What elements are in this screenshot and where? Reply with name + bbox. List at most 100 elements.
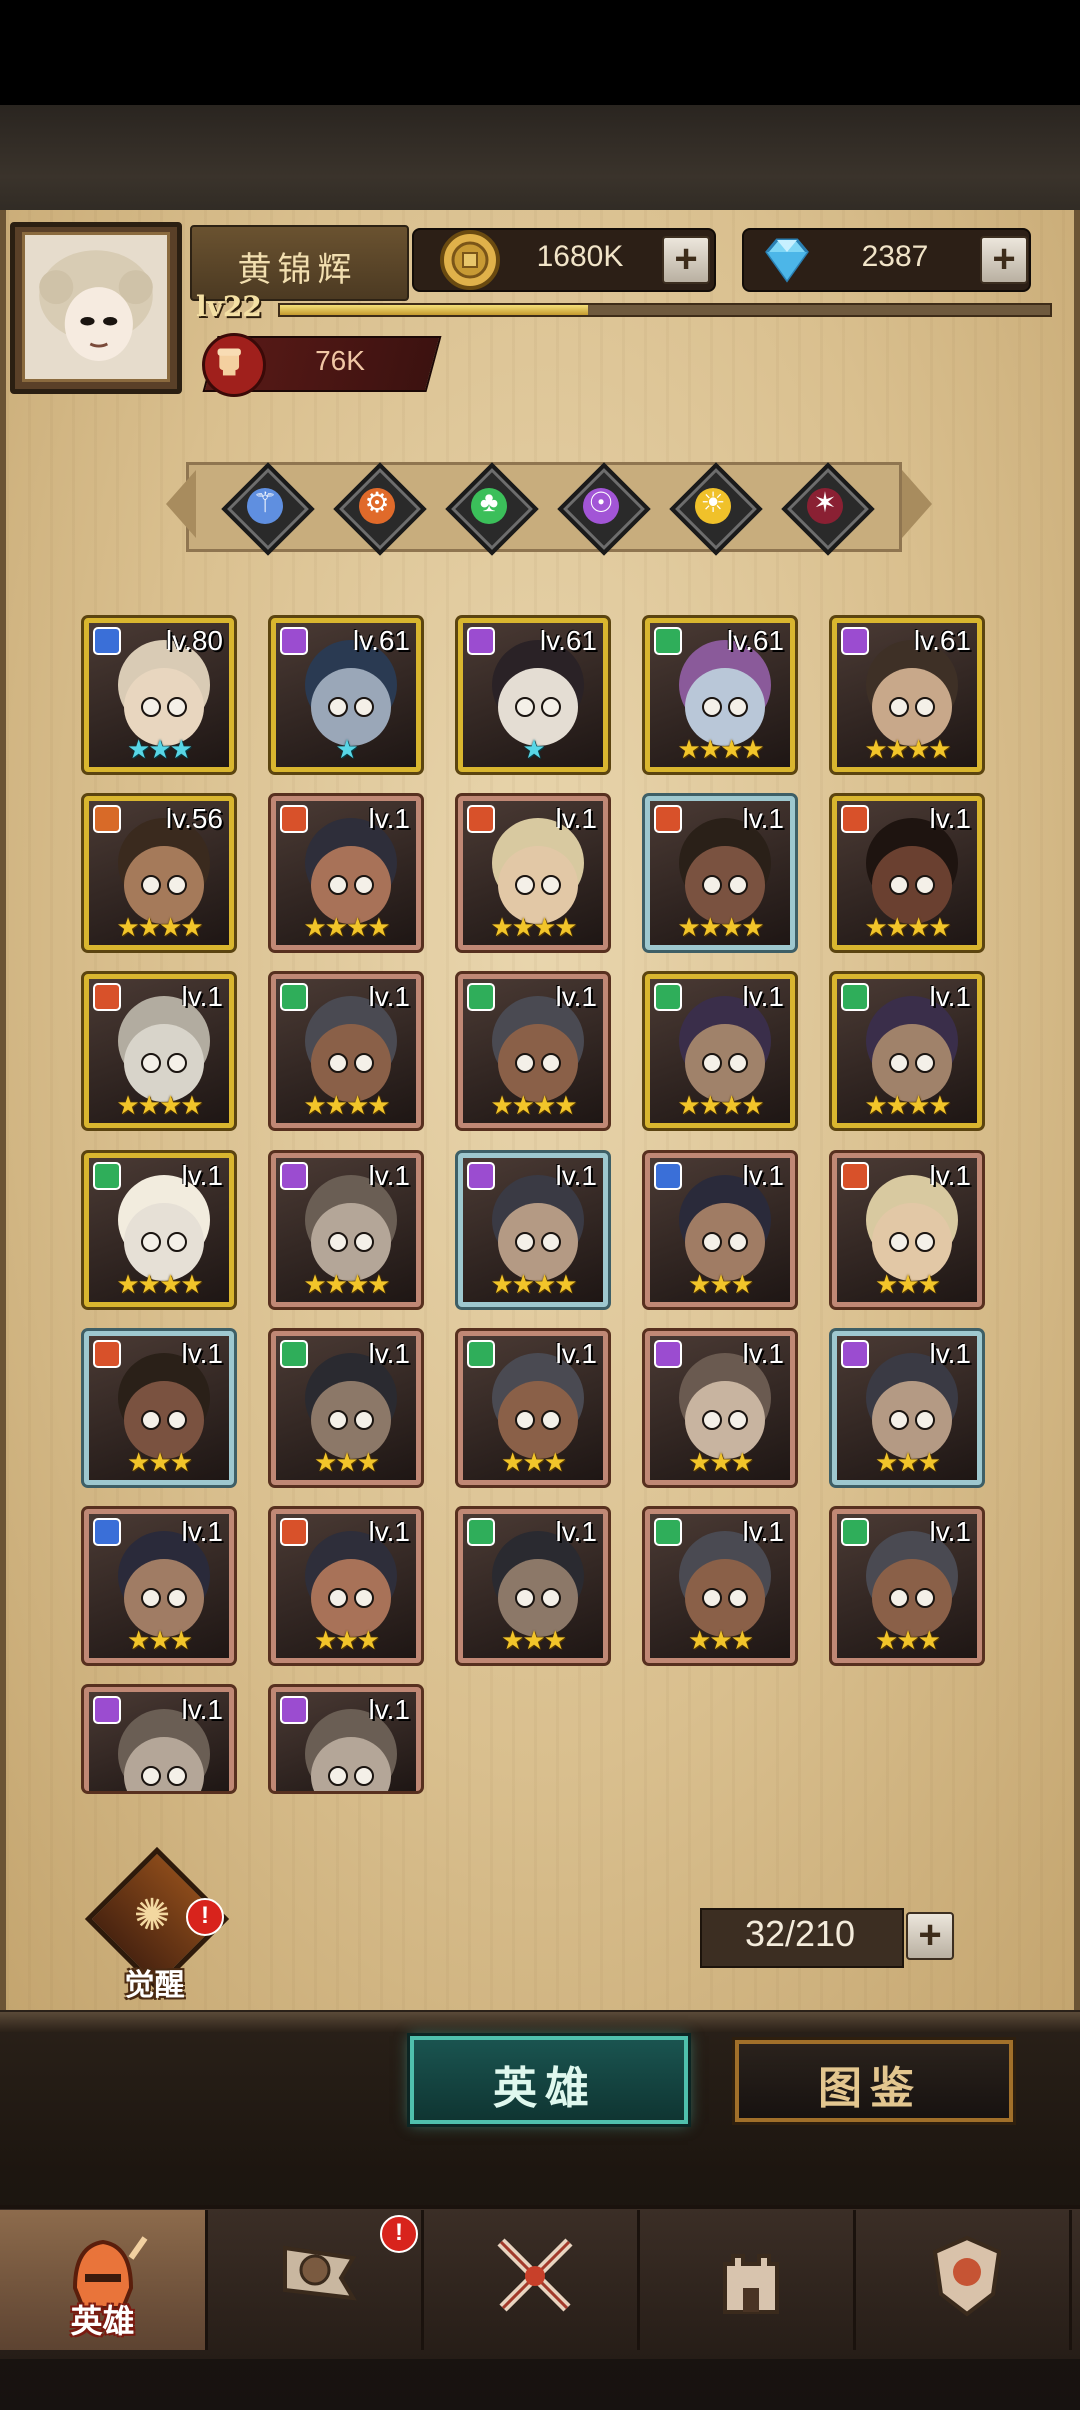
hero-card[interactable]: lv.1 ★★★	[458, 1509, 608, 1663]
hero-level: lv.1	[742, 803, 785, 834]
hero-eye	[515, 1588, 535, 1608]
faction-badge-icon	[280, 983, 308, 1011]
hero-eye	[889, 1588, 909, 1608]
hero-card[interactable]: lv.61 ★	[271, 618, 421, 772]
faction-gold-filter[interactable]: ☀	[669, 462, 763, 556]
hero-eye	[515, 1232, 535, 1252]
hero-card[interactable]: lv.1 ★★★★	[832, 974, 982, 1128]
hero-card[interactable]: lv.1 ★★★★	[458, 1153, 608, 1307]
hero-card[interactable]: lv.1 ★★★	[645, 1331, 795, 1485]
faction-orange-filter[interactable]: ⚙	[333, 462, 427, 556]
hero-card[interactable]: lv.1 ★★★★	[645, 796, 795, 950]
nav-item-crossed-swords[interactable]	[432, 2210, 640, 2350]
hero-level: lv.1	[929, 1160, 972, 1191]
hero-card[interactable]: lv.61 ★★★★	[832, 618, 982, 772]
hero-level: lv.1	[555, 1160, 598, 1191]
hero-card[interactable]: lv.1 ★★★	[271, 1509, 421, 1663]
hero-eye	[141, 697, 161, 717]
faction-green-filter[interactable]: ♣	[445, 462, 539, 556]
expand-roster-button[interactable]: +	[906, 1912, 954, 1960]
hero-card[interactable]: lv.1 ★★★	[645, 1153, 795, 1307]
hero-card[interactable]: lv.61 ★★★★	[645, 618, 795, 772]
hero-eye	[141, 1232, 161, 1252]
player-name[interactable]: 黄锦辉	[190, 242, 405, 291]
hero-eye	[541, 697, 561, 717]
gold-amount: 1680K	[536, 240, 624, 273]
hero-eyes	[515, 697, 561, 717]
nav-item-castle-tower[interactable]	[648, 2210, 856, 2350]
nav-item-alliance-emblem[interactable]	[864, 2210, 1072, 2350]
hero-card[interactable]: lv.1	[271, 1687, 421, 1791]
filter-right-arrow-icon[interactable]	[902, 470, 932, 538]
hero-eye	[141, 1766, 161, 1786]
add-gold-button[interactable]: +	[662, 236, 710, 284]
hero-card[interactable]: lv.1 ★★★★	[458, 974, 608, 1128]
hero-eye	[541, 1232, 561, 1252]
hero-card[interactable]: lv.1	[84, 1687, 234, 1791]
faction-badge-icon	[93, 1696, 121, 1724]
hero-card[interactable]: lv.61 ★	[458, 618, 608, 772]
hero-level: lv.1	[368, 803, 411, 834]
hero-card[interactable]: lv.1 ★★★	[832, 1153, 982, 1307]
hero-card[interactable]: lv.1 ★★★	[458, 1331, 608, 1485]
hero-eye	[541, 875, 561, 895]
add-gems-button[interactable]: +	[980, 236, 1028, 284]
hero-card[interactable]: lv.1 ★★★★	[84, 1153, 234, 1307]
hero-card[interactable]: lv.1 ★★★★	[458, 796, 608, 950]
hero-card[interactable]: lv.1 ★★★	[84, 1331, 234, 1485]
avatar[interactable]	[22, 232, 170, 382]
hero-card[interactable]: lv.1 ★★★★	[271, 974, 421, 1128]
hero-stars: ★★★★	[864, 912, 951, 942]
faction-badge-icon	[654, 1340, 682, 1368]
hero-card[interactable]: lv.80 ★★★	[84, 618, 234, 772]
hero-card[interactable]: lv.1 ★★★	[84, 1509, 234, 1663]
hero-card[interactable]: lv.56 ★★★★	[84, 796, 234, 950]
hero-eyes	[702, 875, 748, 895]
hero-card[interactable]: lv.1 ★★★★	[271, 1153, 421, 1307]
hero-card[interactable]: lv.1 ★★★★	[832, 796, 982, 950]
hero-eye	[728, 697, 748, 717]
faction-badge-icon	[841, 1162, 869, 1190]
bottom-rail	[0, 2012, 1080, 2032]
hero-level: lv.1	[555, 1338, 598, 1369]
hero-card[interactable]: lv.1 ★★★	[271, 1331, 421, 1485]
hero-stars: ★★★★	[864, 1090, 951, 1120]
hero-level: lv.1	[181, 1694, 224, 1725]
hero-eye	[515, 875, 535, 895]
hero-stars: ★★★★	[303, 912, 390, 942]
hero-eyes	[702, 1410, 748, 1430]
faction-badge-icon	[280, 1518, 308, 1546]
hero-card[interactable]: lv.1 ★★★★	[645, 974, 795, 1128]
faction-blue-icon: ⚚	[252, 487, 278, 518]
faction-blue-filter[interactable]: ⚚	[221, 462, 315, 556]
faction-badge-icon	[467, 805, 495, 833]
hero-level: lv.1	[929, 803, 972, 834]
hero-eyes	[328, 1053, 374, 1073]
hero-eye	[167, 1232, 187, 1252]
hero-eye	[889, 1232, 909, 1252]
awaken-alert-badge: !	[186, 1898, 224, 1936]
faction-badge-icon	[467, 1340, 495, 1368]
hero-card[interactable]: lv.1 ★★★	[832, 1331, 982, 1485]
faction-gold-icon: ☀	[700, 487, 726, 518]
faction-badge-icon	[841, 805, 869, 833]
hero-card[interactable]: lv.1 ★★★★	[271, 796, 421, 950]
faction-badge-icon	[841, 983, 869, 1011]
hero-eyes	[515, 1410, 561, 1430]
faction-dark-filter[interactable]: ✶	[781, 462, 875, 556]
hero-eye	[702, 1053, 722, 1073]
filter-left-arrow-icon[interactable]	[166, 470, 196, 538]
hero-eye	[354, 697, 374, 717]
hero-card[interactable]: lv.1 ★★★	[645, 1509, 795, 1663]
hero-level: lv.1	[742, 1160, 785, 1191]
faction-purple-filter[interactable]: ☉	[557, 462, 651, 556]
hero-card[interactable]: lv.1 ★★★★	[84, 974, 234, 1128]
hero-eye	[889, 875, 909, 895]
xp-bar-fill	[280, 305, 588, 315]
nav-item-knight-helmet[interactable]: 英雄	[0, 2210, 208, 2350]
hero-eyes	[141, 875, 187, 895]
hero-card[interactable]: lv.1 ★★★	[832, 1509, 982, 1663]
hero-eye	[141, 1053, 161, 1073]
hero-eye	[702, 1232, 722, 1252]
hero-eye	[915, 1588, 935, 1608]
